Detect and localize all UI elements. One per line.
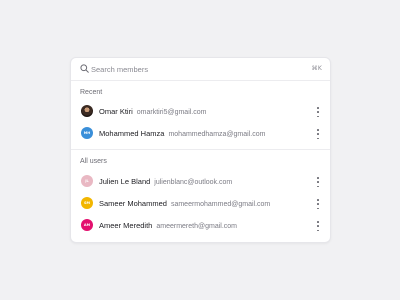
- section-divider: [71, 149, 330, 150]
- avatar: JL: [81, 175, 93, 187]
- more-options-icon[interactable]: [316, 221, 320, 231]
- member-search-card: ⌘K Recent Omar Ktiriomarktiri5@gmail.com…: [70, 57, 331, 243]
- search-bar: ⌘K: [71, 58, 330, 81]
- member-name: Mohammed Hamza: [99, 129, 165, 138]
- member-name: Sameer Mohammed: [99, 199, 167, 208]
- avatar: MH: [81, 127, 93, 139]
- list-item[interactable]: MH Mohammed Hamza mohammedhamza@gmail.com: [71, 123, 330, 145]
- member-email: ameermereth@gmail.com: [156, 223, 237, 230]
- search-shortcut-hint: ⌘K: [311, 65, 322, 72]
- member-email: sameermohammed@gmail.com: [170, 201, 271, 208]
- member-name: Ameer Meredith: [99, 221, 153, 230]
- search-input[interactable]: [91, 62, 291, 76]
- section-title-recent: Recent: [80, 89, 103, 96]
- avatar: AM: [81, 219, 93, 231]
- member-name: Omar Ktiri: [99, 107, 133, 116]
- more-options-icon[interactable]: [316, 129, 320, 139]
- more-options-icon[interactable]: [316, 107, 320, 117]
- section-title-all-users: All users: [80, 158, 107, 165]
- member-email: mohammedhamza@gmail.com: [168, 131, 266, 138]
- member-email: omarktiri5@gmail.com: [136, 109, 207, 116]
- member-email: julienblanc@outlook.com: [154, 179, 233, 186]
- list-item[interactable]: AM Ameer Meredith ameermereth@gmail.com: [71, 215, 330, 237]
- more-options-icon[interactable]: [316, 177, 320, 187]
- avatar: SM: [81, 197, 93, 209]
- list-item[interactable]: JL Julien Le Bland julienblanc@outlook.co…: [71, 171, 330, 193]
- search-icon: [80, 64, 89, 73]
- list-item[interactable]: Omar Ktiri omarktiri5@gmail.com: [71, 101, 330, 123]
- avatar: [81, 105, 93, 117]
- list-item[interactable]: SM Sameer Mohammed sameermohammed@gmail.c…: [71, 193, 330, 215]
- member-name: Julien Le Bland: [99, 177, 151, 186]
- more-options-icon[interactable]: [316, 199, 320, 209]
